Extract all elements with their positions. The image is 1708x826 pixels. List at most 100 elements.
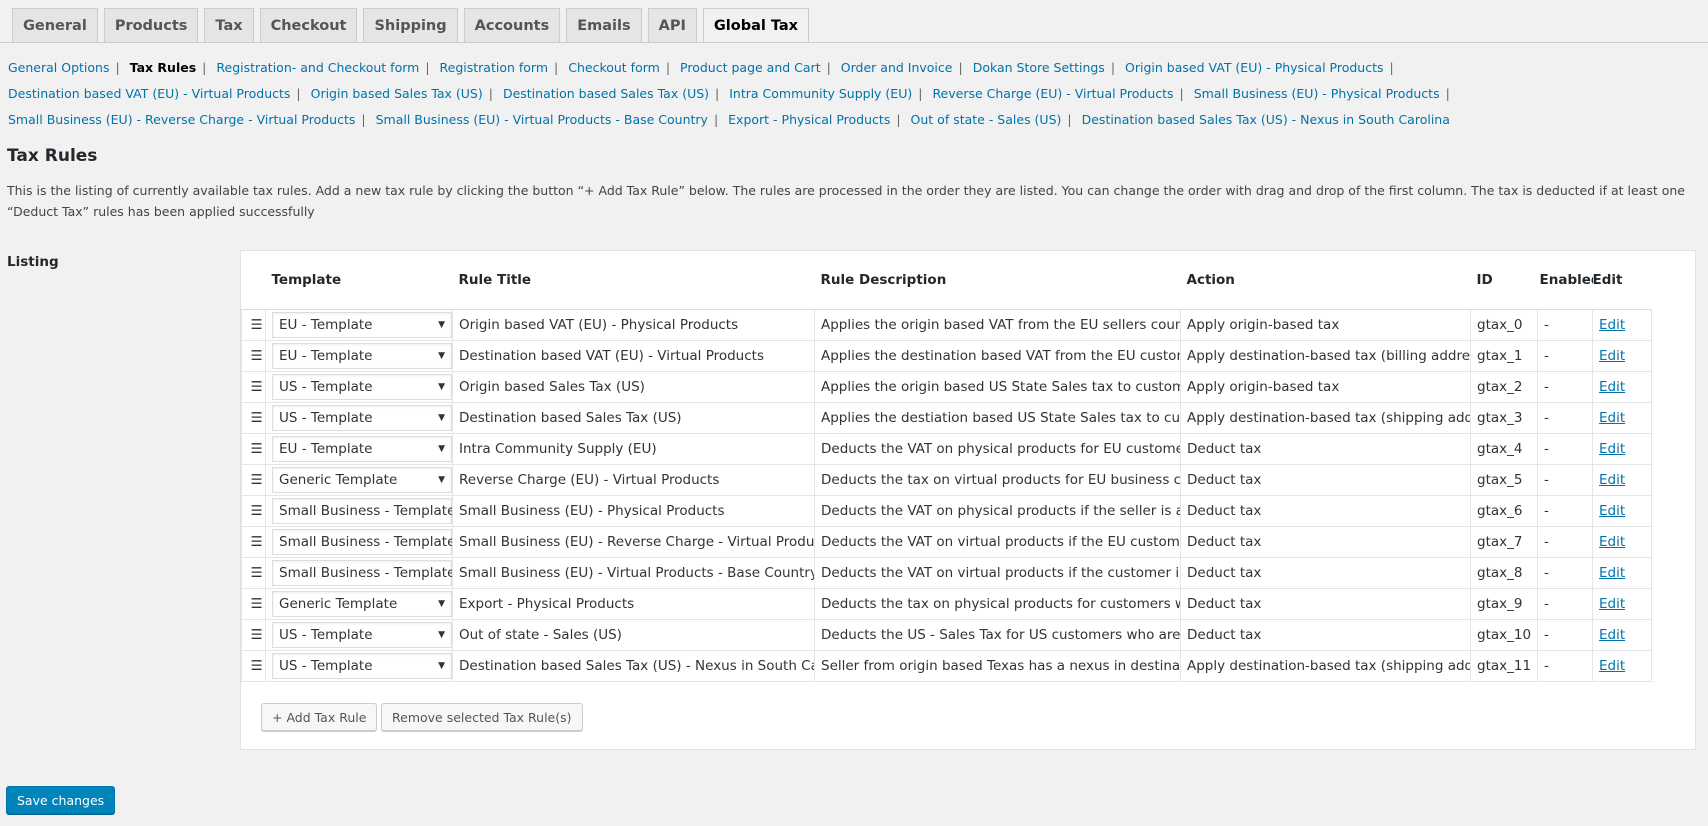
edit-link[interactable]: Edit bbox=[1599, 565, 1625, 581]
rule-description-cell: Applies the origin based VAT from the EU… bbox=[814, 309, 1181, 341]
edit-link[interactable]: Edit bbox=[1599, 627, 1625, 643]
template-cell: Small Business - Template▼ bbox=[265, 557, 453, 589]
subnav-link[interactable]: Registration- and Checkout form bbox=[216, 60, 419, 75]
subnav-link[interactable]: Dokan Store Settings bbox=[973, 60, 1105, 75]
template-select[interactable]: EU - Template ▼ bbox=[272, 436, 452, 462]
drag-handle-icon[interactable]: ☰ bbox=[241, 433, 266, 465]
drag-handle-icon[interactable]: ☰ bbox=[241, 309, 266, 341]
subnav-link[interactable]: Destination based Sales Tax (US) - Nexus… bbox=[1082, 112, 1450, 127]
subnav-link[interactable]: Origin based Sales Tax (US) bbox=[311, 86, 483, 101]
template-select-value: Small Business - Template bbox=[279, 534, 453, 550]
template-select[interactable]: Small Business - Template▼ bbox=[272, 498, 452, 524]
template-select[interactable]: EU - Template ▼ bbox=[272, 343, 452, 369]
col-id-header: ID bbox=[1476, 272, 1493, 288]
subnav-link[interactable]: Intra Community Supply (EU) bbox=[729, 86, 912, 101]
template-select[interactable]: US - Template ▼ bbox=[272, 622, 452, 648]
tab-tax[interactable]: Tax bbox=[204, 8, 254, 42]
edit-link[interactable]: Edit bbox=[1599, 441, 1625, 457]
template-select[interactable]: Generic Template ▼ bbox=[272, 591, 452, 617]
template-select[interactable]: EU - Template ▼ bbox=[272, 312, 452, 338]
table-row[interactable]: ☰ US - Template ▼ Origin based Sales Tax (U… bbox=[241, 371, 1652, 403]
action-cell: Deduct tax bbox=[1180, 557, 1471, 589]
remove-selected-rules-button[interactable]: Remove selected Tax Rule(s) bbox=[381, 703, 583, 731]
subnav-link[interactable]: Checkout form bbox=[568, 60, 660, 75]
edit-link[interactable]: Edit bbox=[1599, 348, 1625, 364]
triangle-down-icon: ▼ bbox=[438, 599, 445, 609]
tab-products[interactable]: Products bbox=[103, 8, 199, 42]
rule-title-cell: Small Business (EU) - Virtual Products -… bbox=[452, 557, 815, 589]
subnav-link[interactable]: Product page and Cart bbox=[680, 60, 821, 75]
edit-link[interactable]: Edit bbox=[1599, 658, 1625, 674]
tab-checkout[interactable]: Checkout bbox=[259, 8, 358, 42]
rule-description-cell: Deducts the VAT on physical products if … bbox=[814, 495, 1181, 527]
template-select[interactable]: Small Business - Template▼ bbox=[272, 560, 452, 586]
edit-link[interactable]: Edit bbox=[1599, 472, 1625, 488]
subnav-separator: | bbox=[896, 112, 901, 127]
table-row[interactable]: ☰ EU - Template ▼ Origin based VAT (EU) - P… bbox=[241, 309, 1652, 341]
subnav-link[interactable]: Reverse Charge (EU) - Virtual Products bbox=[932, 86, 1173, 101]
edit-link[interactable]: Edit bbox=[1599, 596, 1625, 612]
listing-label: Listing bbox=[7, 254, 59, 270]
rule-title-cell: Small Business (EU) - Reverse Charge - V… bbox=[452, 526, 815, 558]
edit-cell: Edit bbox=[1592, 371, 1652, 403]
template-select[interactable]: US - Template ▼ bbox=[272, 374, 452, 400]
subnav-link[interactable]: Destination based VAT (EU) - Virtual Pro… bbox=[8, 86, 290, 101]
subnav-link[interactable]: Registration form bbox=[440, 60, 549, 75]
edit-link[interactable]: Edit bbox=[1599, 503, 1625, 519]
subnav-link[interactable]: Export - Physical Products bbox=[728, 112, 890, 127]
drag-handle-icon[interactable]: ☰ bbox=[241, 495, 266, 527]
template-cell: US - Template ▼ bbox=[265, 371, 453, 403]
enabled-cell: - bbox=[1537, 371, 1593, 403]
table-row[interactable]: ☰Small Business - Template▼Small Busines… bbox=[241, 557, 1652, 589]
drag-handle-icon[interactable]: ☰ bbox=[241, 557, 266, 589]
tab-emails[interactable]: Emails bbox=[566, 8, 642, 42]
template-select[interactable]: US - Template ▼ bbox=[272, 405, 452, 431]
table-row[interactable]: ☰ US - Template ▼ Destination based Sales T… bbox=[241, 402, 1652, 434]
tab-accounts[interactable]: Accounts bbox=[463, 8, 561, 42]
tab-api[interactable]: API bbox=[647, 8, 697, 42]
table-row[interactable]: ☰ Generic Template ▼ Export - Physical Prod… bbox=[241, 588, 1652, 620]
edit-cell: Edit bbox=[1592, 588, 1652, 620]
table-row[interactable]: ☰Small Business - Template▼Small Busines… bbox=[241, 526, 1652, 558]
global-tax-subnav: General Options | Tax Rules | Registration… bbox=[8, 55, 1698, 133]
subnav-link[interactable]: General Options bbox=[8, 60, 109, 75]
table-row[interactable]: ☰ US - Template ▼ Out of state - Sales (US)… bbox=[241, 619, 1652, 651]
table-row[interactable]: ☰ EU - Template ▼ Intra Community Supply (E… bbox=[241, 433, 1652, 465]
drag-handle-icon[interactable]: ☰ bbox=[241, 650, 266, 682]
drag-handle-icon[interactable]: ☰ bbox=[241, 371, 266, 403]
subnav-link[interactable]: Origin based VAT (EU) - Physical Product… bbox=[1125, 60, 1383, 75]
drag-handle-icon[interactable]: ☰ bbox=[241, 619, 266, 651]
tab-shipping[interactable]: Shipping bbox=[363, 8, 458, 42]
drag-handle-icon[interactable]: ☰ bbox=[241, 340, 266, 372]
edit-link[interactable]: Edit bbox=[1599, 379, 1625, 395]
drag-handle-icon[interactable]: ☰ bbox=[241, 526, 266, 558]
tab-global-tax[interactable]: Global Tax bbox=[702, 8, 810, 43]
subnav-link[interactable]: Out of state - Sales (US) bbox=[911, 112, 1062, 127]
subnav-link[interactable]: Small Business (EU) - Physical Products bbox=[1194, 86, 1440, 101]
edit-link[interactable]: Edit bbox=[1599, 410, 1625, 426]
table-row[interactable]: ☰Small Business - Template▼Small Busines… bbox=[241, 495, 1652, 527]
template-select[interactable]: Small Business - Template▼ bbox=[272, 529, 452, 555]
subnav-link[interactable]: Order and Invoice bbox=[841, 60, 953, 75]
template-select[interactable]: Generic Template ▼ bbox=[272, 467, 452, 493]
drag-handle-icon[interactable]: ☰ bbox=[241, 464, 266, 496]
enabled-cell: - bbox=[1537, 495, 1593, 527]
subnav-link[interactable]: Small Business (EU) - Virtual Products -… bbox=[376, 112, 708, 127]
triangle-down-icon: ▼ bbox=[438, 382, 445, 392]
subnav-separator: | bbox=[918, 86, 923, 101]
save-changes-button[interactable]: Save changes bbox=[6, 786, 116, 814]
subnav-link[interactable]: Small Business (EU) - Reverse Charge - V… bbox=[8, 112, 355, 127]
table-row[interactable]: ☰ EU - Template ▼ Destination based VAT (EU… bbox=[241, 340, 1652, 372]
table-row[interactable]: ☰ US - Template ▼ Destination based Sales T… bbox=[241, 650, 1652, 682]
edit-link[interactable]: Edit bbox=[1599, 317, 1625, 333]
action-cell: Deduct tax bbox=[1180, 495, 1471, 527]
drag-handle-icon[interactable]: ☰ bbox=[241, 402, 266, 434]
tab-general[interactable]: General bbox=[12, 8, 98, 42]
add-tax-rule-button[interactable]: + Add Tax Rule bbox=[261, 703, 378, 731]
template-select[interactable]: US - Template ▼ bbox=[272, 653, 452, 679]
edit-link[interactable]: Edit bbox=[1599, 534, 1625, 550]
drag-handle-icon[interactable]: ☰ bbox=[241, 588, 266, 620]
action-cell: Deduct tax bbox=[1180, 526, 1471, 558]
subnav-link[interactable]: Destination based Sales Tax (US) bbox=[503, 86, 709, 101]
table-row[interactable]: ☰ Generic Template ▼ Reverse Charge (EU) - … bbox=[241, 464, 1652, 496]
